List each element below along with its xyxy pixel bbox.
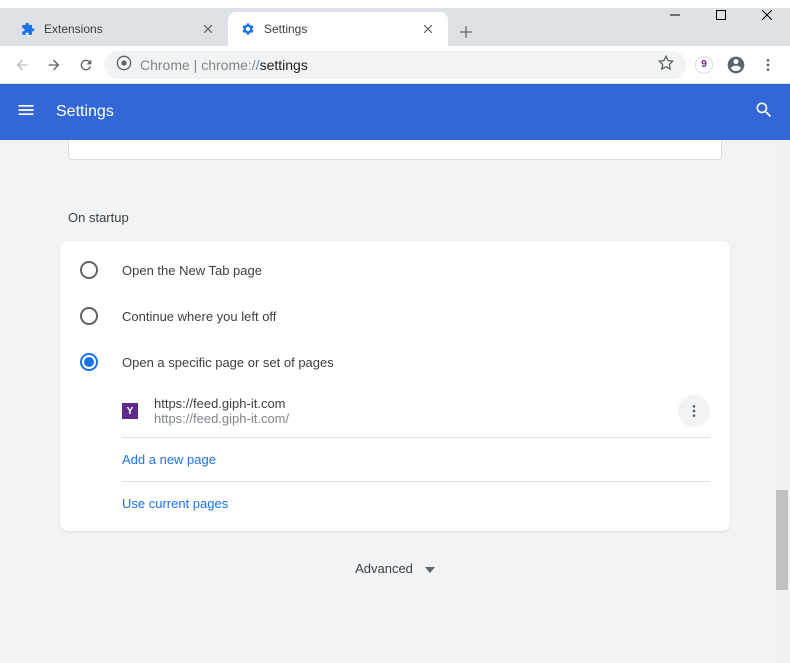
page-entry-title: https://feed.giph-it.com (154, 396, 662, 411)
section-label: On startup (68, 210, 730, 225)
radio-icon (80, 261, 98, 279)
close-icon[interactable] (420, 21, 436, 37)
tab-extensions[interactable]: Extensions (8, 12, 228, 46)
startup-page-entry: Y https://feed.giph-it.com https://feed.… (60, 385, 730, 437)
page-title: Settings (56, 103, 734, 121)
close-icon[interactable] (200, 21, 216, 37)
reload-button[interactable] (72, 51, 100, 79)
tab-title: Extensions (44, 22, 192, 36)
profile-button[interactable] (722, 51, 750, 79)
radio-new-tab[interactable]: Open the New Tab page (60, 247, 730, 293)
url-text: Chrome | chrome://settings (140, 57, 650, 73)
previous-card-edge (68, 140, 722, 160)
star-icon[interactable] (658, 55, 674, 74)
advanced-label: Advanced (355, 561, 413, 576)
menu-button[interactable] (754, 51, 782, 79)
search-icon[interactable] (754, 100, 774, 125)
radio-specific-page[interactable]: Open a specific page or set of pages (60, 339, 730, 385)
address-bar[interactable]: Chrome | chrome://settings (104, 51, 686, 79)
gear-icon (240, 21, 256, 37)
maximize-button[interactable] (698, 0, 744, 30)
chrome-icon (116, 55, 132, 74)
radio-icon (80, 353, 98, 371)
favicon: Y (122, 403, 138, 419)
new-tab-button[interactable] (452, 18, 480, 46)
radio-continue[interactable]: Continue where you left off (60, 293, 730, 339)
tab-settings[interactable]: Settings (228, 12, 448, 46)
hamburger-icon[interactable] (16, 100, 36, 125)
scrollbar-thumb[interactable] (776, 490, 788, 590)
minimize-button[interactable] (652, 0, 698, 30)
close-window-button[interactable] (744, 0, 790, 30)
settings-content: On startup Open the New Tab page Continu… (0, 140, 790, 663)
puzzle-icon (20, 21, 36, 37)
chevron-down-icon (425, 561, 435, 576)
startup-card: Open the New Tab page Continue where you… (60, 241, 730, 531)
page-entry-url: https://feed.giph-it.com/ (154, 411, 662, 426)
scrollbar[interactable] (774, 140, 790, 663)
extension-badge[interactable]: 9 (690, 51, 718, 79)
use-current-pages-link[interactable]: Use current pages (60, 482, 730, 525)
back-button[interactable] (8, 51, 36, 79)
tab-title: Settings (264, 22, 412, 36)
advanced-toggle[interactable]: Advanced (60, 531, 730, 606)
add-new-page-link[interactable]: Add a new page (60, 438, 730, 481)
radio-label: Open the New Tab page (122, 263, 262, 278)
more-actions-button[interactable] (678, 395, 710, 427)
radio-icon (80, 307, 98, 325)
toolbar: Chrome | chrome://settings 9 (0, 46, 790, 84)
forward-button[interactable] (40, 51, 68, 79)
radio-label: Open a specific page or set of pages (122, 355, 334, 370)
settings-header: Settings (0, 84, 790, 140)
radio-label: Continue where you left off (122, 309, 276, 324)
